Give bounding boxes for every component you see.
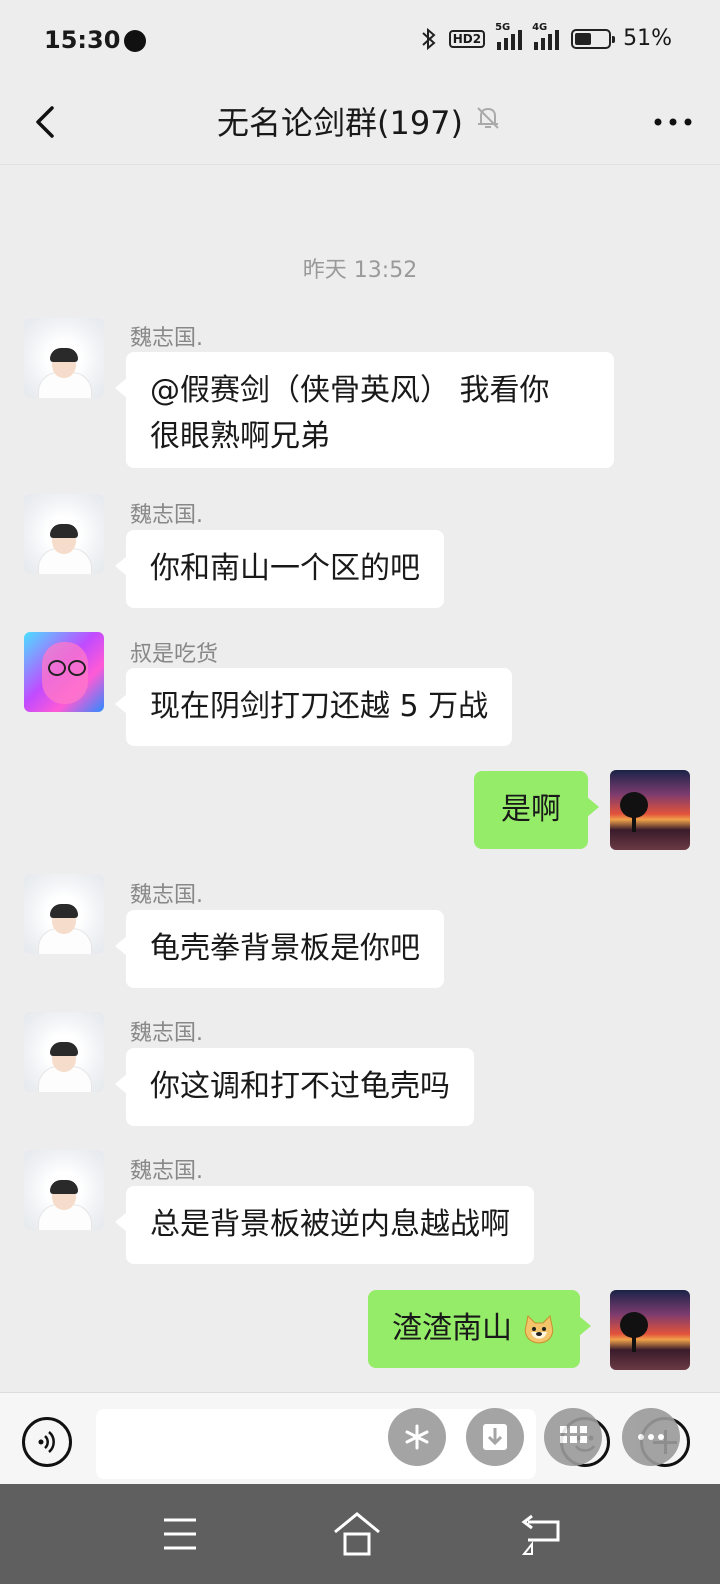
voice-icon[interactable]	[22, 1417, 72, 1467]
avatar[interactable]	[24, 1012, 104, 1092]
back-icon[interactable]	[510, 1506, 570, 1562]
chat-title-text: 无名论剑群(197)	[216, 104, 464, 142]
signal-5g-icon: 5G	[495, 22, 523, 50]
home-icon[interactable]	[327, 1506, 387, 1562]
chat-input-bar	[0, 1392, 720, 1485]
system-navigation-bar	[0, 1484, 720, 1584]
message-text: 龟壳拳背景板是你吧	[150, 931, 420, 966]
status-bar: 15:30 HD2 5G 4G 51%	[0, 0, 720, 80]
float-grid-icon[interactable]	[544, 1408, 602, 1466]
my-avatar[interactable]	[610, 1290, 690, 1370]
message-text-line2: 很眼熟啊兄弟	[150, 419, 330, 454]
avatar[interactable]	[24, 494, 104, 574]
float-more-icon[interactable]	[622, 1408, 680, 1466]
sender-name: 魏志国.	[130, 1159, 203, 1184]
battery-fill	[575, 32, 592, 45]
bell-muted-icon	[477, 107, 499, 129]
menu-icon[interactable]	[150, 1506, 210, 1562]
avatar[interactable]	[24, 318, 104, 398]
status-icons: HD2 5G 4G 51%	[421, 22, 672, 51]
more-dots-icon[interactable]	[648, 102, 698, 142]
message-bubble[interactable]: 现在阴剑打刀还越 5 万战	[114, 668, 513, 746]
message-text: 是啊	[501, 792, 561, 827]
message-text: 你这调和打不过龟壳吗	[150, 1069, 450, 1104]
app-notification-icon	[124, 30, 146, 52]
doge-emoji-icon	[522, 1314, 556, 1346]
avatar[interactable]	[24, 1150, 104, 1230]
sender-name: 魏志国.	[130, 1021, 203, 1046]
sender-name: 叔是吃货	[130, 642, 219, 667]
message-timestamp: 昨天 13:52	[302, 258, 418, 283]
message-bubble[interactable]: 龟壳拳背景板是你吧	[115, 910, 444, 988]
message-text: 你和南山一个区的吧	[150, 551, 420, 586]
chat-header: 无名论剑群(197)	[0, 80, 720, 165]
net1-label: 5G	[495, 21, 511, 33]
float-asterisk-icon[interactable]	[388, 1408, 446, 1466]
my-avatar[interactable]	[610, 770, 690, 850]
message-text: 渣渣南山	[392, 1311, 512, 1346]
message-bubble[interactable]: 你和南山一个区的吧	[115, 530, 444, 608]
chat-title: 无名论剑群(197)	[0, 98, 720, 144]
hd-voice-badge: HD2	[448, 29, 486, 48]
message-bubble[interactable]: 总是背景板被逆内息越战啊	[115, 1186, 534, 1264]
message-text-line1: @假赛剑（侠骨英风） 我看你	[150, 373, 550, 408]
battery-percent: 51%	[623, 26, 672, 51]
float-download-icon[interactable]	[466, 1408, 524, 1466]
message-bubble[interactable]: @假赛剑（侠骨英风） 我看你 很眼熟啊兄弟	[115, 352, 614, 468]
my-message-bubble[interactable]: 渣渣南山	[368, 1290, 591, 1368]
avatar[interactable]	[24, 632, 104, 712]
status-time: 15:30	[44, 26, 121, 54]
signal-4g-icon: 4G	[532, 22, 560, 50]
avatar[interactable]	[24, 874, 104, 954]
sender-name: 魏志国.	[130, 883, 203, 908]
net2-label: 4G	[532, 21, 548, 33]
message-bubble[interactable]: 你这调和打不过龟壳吗	[115, 1048, 474, 1126]
sender-name: 魏志国.	[130, 326, 203, 351]
sender-name: 魏志国.	[130, 503, 203, 528]
my-message-bubble[interactable]: 是啊	[474, 771, 599, 849]
bluetooth-icon	[422, 27, 436, 50]
message-text: 现在阴剑打刀还越 5 万战	[150, 689, 489, 724]
battery-icon	[571, 28, 616, 49]
message-text: 总是背景板被逆内息越战啊	[150, 1207, 510, 1242]
